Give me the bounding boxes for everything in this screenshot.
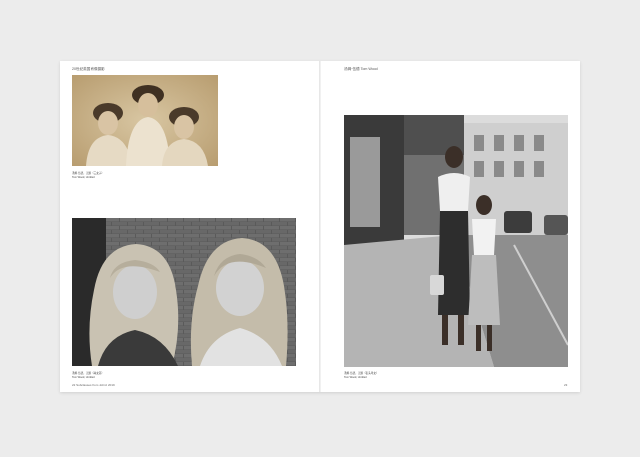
running-head-right: 汤姆·伍德 Tom Wood	[344, 67, 378, 71]
street-portrait-photo	[344, 115, 568, 367]
top-caption-line-2: Tom Wood, Untitled	[72, 175, 95, 179]
right-caption-line-2: Tom Wood, Untitled	[344, 375, 367, 379]
sepia-portrait-photo	[72, 75, 218, 166]
running-head-left: 20世纪英国肖像摄影	[72, 67, 105, 71]
left-page: 20世纪英国肖像摄影 汤姆·伍德，无题（三女子） Tom Wood, Untit…	[60, 61, 320, 392]
bottom-caption-line-2: Tom Wood, Untitled	[72, 375, 95, 379]
folio-left: 22 Subclasses from Johnz 2019	[72, 383, 115, 387]
right-page: 汤姆·伍德 Tom Wood 汤姆·伍德，无题（街头母女） Tom Wood, …	[320, 61, 580, 392]
bottom-photo-caption: 汤姆·伍德，无题（两女孩） Tom Wood, Untitled	[72, 372, 104, 379]
top-photo-caption: 汤姆·伍德，无题（三女子） Tom Wood, Untitled	[72, 172, 104, 179]
folio-right: 23	[564, 383, 568, 387]
two-girls-photo	[72, 218, 296, 366]
right-photo-caption: 汤姆·伍德，无题（街头母女） Tom Wood, Untitled	[344, 372, 379, 379]
book-spread: 20世纪英国肖像摄影 汤姆·伍德，无题（三女子） Tom Wood, Untit…	[60, 61, 580, 392]
